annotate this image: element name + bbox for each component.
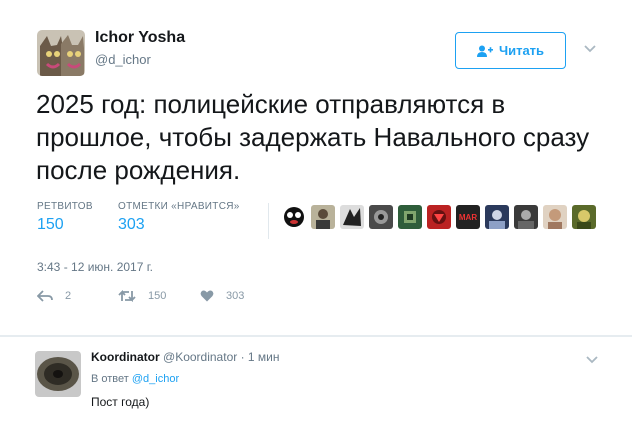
liker-avatars: MAR: [282, 205, 596, 229]
tweet-text: 2025 год: полицейские отправляются в про…: [36, 89, 590, 185]
likes-count: 303: [118, 216, 145, 233]
author-avatar[interactable]: [37, 30, 85, 76]
thread-separator: [0, 335, 632, 337]
reply-chevron-down-icon[interactable]: [585, 352, 599, 368]
liker-avatar[interactable]: [514, 205, 538, 229]
reply-header: Koordinator @Koordinator · 1 мин: [91, 350, 280, 364]
liker-avatar[interactable]: [398, 205, 422, 229]
liker-avatar[interactable]: [572, 205, 596, 229]
retweets-stat[interactable]: РЕТВИТОВ 150: [37, 201, 93, 234]
like-action[interactable]: 303: [200, 290, 244, 302]
heart-icon: [200, 290, 214, 302]
author-handle[interactable]: @d_ichor: [95, 52, 151, 67]
liker-avatar[interactable]: [282, 205, 306, 229]
likes-label: ОТМЕТКИ «НРАВИТСЯ»: [118, 201, 240, 212]
liker-avatar[interactable]: MAR: [456, 205, 480, 229]
retweets-label: РЕТВИТОВ: [37, 201, 93, 212]
follow-button[interactable]: Читать: [455, 32, 566, 69]
in-reply-prefix: В ответ: [91, 373, 129, 385]
like-count: 303: [226, 290, 245, 302]
liker-avatar[interactable]: [311, 205, 335, 229]
in-reply-handle-link[interactable]: @d_ichor: [132, 373, 179, 385]
reply-author-name[interactable]: Koordinator: [91, 350, 160, 364]
chevron-down-icon[interactable]: [583, 41, 597, 57]
liker-avatar[interactable]: [369, 205, 393, 229]
liker-avatar[interactable]: [340, 205, 364, 229]
liker-avatar[interactable]: [485, 205, 509, 229]
retweet-count: 150: [148, 290, 167, 302]
liker-badge-text: MAR: [458, 212, 478, 222]
reply-action[interactable]: 2: [37, 290, 71, 302]
reply-author-avatar[interactable]: [35, 351, 81, 397]
in-reply-to: В ответ @d_ichor: [91, 373, 179, 385]
reply-count: 2: [65, 290, 72, 302]
stats-divider: [268, 203, 269, 239]
retweet-action[interactable]: 150: [118, 290, 166, 302]
tweet-timestamp[interactable]: 3:43 - 12 июн. 2017 г.: [37, 260, 153, 274]
reply-icon: [37, 290, 53, 302]
retweets-count: 150: [37, 216, 64, 233]
follow-person-icon: [476, 45, 493, 57]
follow-button-label: Читать: [498, 43, 545, 58]
liker-avatar[interactable]: [543, 205, 567, 229]
retweet-icon: [118, 290, 136, 302]
likes-stat[interactable]: ОТМЕТКИ «НРАВИТСЯ» 303: [118, 201, 240, 234]
author-name[interactable]: Ichor Yosha: [95, 29, 185, 47]
reply-time[interactable]: · 1 мин: [241, 350, 280, 364]
reply-text: Пост года): [91, 395, 150, 409]
liker-avatar[interactable]: [427, 205, 451, 229]
reply-author-handle[interactable]: @Koordinator: [163, 350, 237, 364]
